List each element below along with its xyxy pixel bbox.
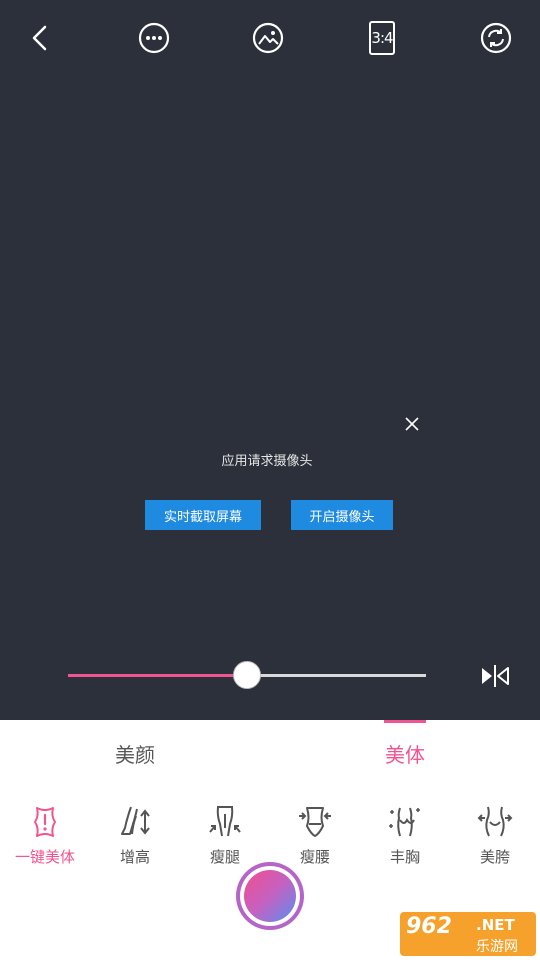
tool-slim-waist[interactable]: 瘦腰 (270, 804, 360, 870)
shutter-button[interactable] (240, 866, 300, 926)
back-button[interactable] (20, 18, 60, 58)
aspect-ratio-button[interactable]: 3:4 (362, 18, 402, 58)
ratio-label: 3:4 (371, 29, 393, 47)
image-icon (252, 22, 284, 54)
slim-waist-icon (299, 807, 331, 837)
slim-legs-icon (209, 806, 241, 837)
tool-chest-enhance[interactable]: 丰胸 (360, 804, 450, 870)
tool-label: 一键美体 (14, 848, 75, 866)
tool-label: 增高 (119, 848, 150, 866)
slider-track-filled (68, 674, 247, 677)
slider-thumb[interactable] (233, 661, 261, 689)
body-shape-icon (34, 807, 56, 837)
tool-heighten[interactable]: 增高 (90, 804, 180, 870)
tool-one-click-body[interactable]: 一键美体 (0, 804, 90, 870)
gallery-button[interactable] (248, 18, 288, 58)
dialog-message: 应用请求摄像头 (221, 454, 313, 469)
tool-hip-shape[interactable]: 美胯 (450, 804, 540, 870)
camera-permission-dialog: 应用请求摄像头 实时截取屏幕 开启摄像头 (100, 404, 434, 552)
tab-active-indicator (384, 720, 426, 723)
open-camera-button[interactable]: 开启摄像头 (291, 500, 393, 530)
tool-slim-legs[interactable]: 瘦腿 (180, 804, 270, 870)
hip-shape-icon (477, 806, 513, 837)
tab-beauty-body[interactable]: 美体 (360, 720, 450, 786)
switch-camera-button[interactable] (476, 18, 516, 58)
chest-enhance-icon (389, 807, 420, 837)
tool-label: 瘦腰 (299, 848, 330, 866)
watermark-net: .NET (476, 916, 515, 934)
more-button[interactable] (134, 18, 174, 58)
leg-lengthen-icon (121, 806, 150, 835)
body-tools-row: 一键美体 增高 瘦腿 瘦腰 丰胸 美胯 (0, 804, 540, 870)
watermark-number: 962 (406, 914, 452, 939)
rotate-camera-icon (480, 22, 512, 54)
tool-label: 丰胸 (389, 848, 420, 866)
slider-track-empty (247, 674, 426, 677)
more-circle-icon (138, 22, 170, 54)
watermark-site: 乐游网 (476, 939, 518, 955)
shutter-inner (244, 870, 296, 922)
camera-preview: 3:4 应用请求摄像头 实时截取屏幕 开启摄像头 (0, 0, 540, 720)
mirror-button[interactable] (478, 660, 512, 692)
dialog-close-button[interactable] (400, 412, 424, 436)
tab-beauty-face[interactable]: 美颜 (90, 720, 180, 786)
close-icon (405, 417, 419, 431)
mirror-flip-icon (482, 665, 509, 687)
chevron-left-icon (32, 25, 47, 51)
site-watermark: 962 .NET 乐游网 (400, 912, 536, 956)
top-toolbar: 3:4 (0, 0, 540, 80)
screen-capture-button[interactable]: 实时截取屏幕 (145, 500, 261, 530)
tool-label: 美胯 (479, 848, 510, 866)
tool-label: 瘦腿 (209, 848, 240, 866)
intensity-slider[interactable] (68, 660, 426, 692)
